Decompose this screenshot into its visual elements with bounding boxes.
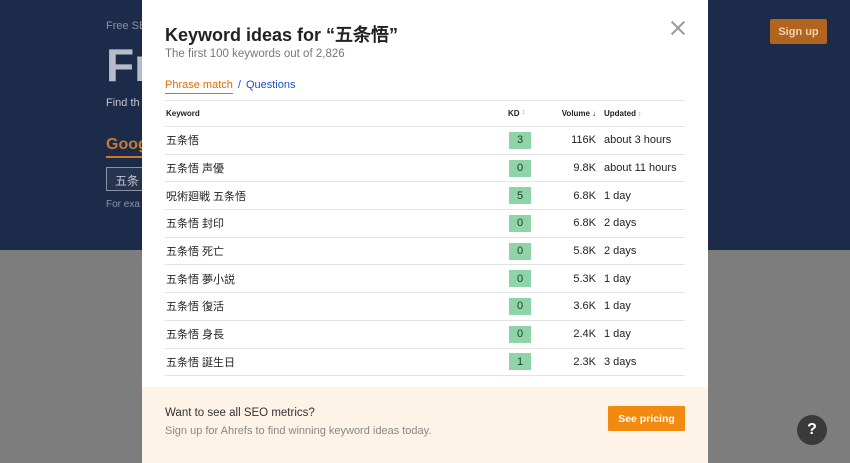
kd-badge: 0	[509, 270, 531, 288]
kd-badge: 0	[509, 242, 531, 260]
volume-cell: 2.4K	[573, 328, 596, 341]
footer-subtitle: Sign up for Ahrefs to find winning keywo…	[165, 425, 432, 437]
updated-cell: 2 days	[604, 245, 637, 258]
see-pricing-button[interactable]: See pricing	[608, 406, 685, 431]
kd-badge: 0	[509, 297, 531, 315]
kd-cell: 3	[508, 131, 532, 149]
tab-phrase-match[interactable]: Phrase match	[165, 79, 233, 94]
kd-cell: 0	[508, 159, 532, 177]
keyword-cell[interactable]: 五条悟 死亡	[165, 243, 508, 259]
volume-cell: 116K	[571, 134, 596, 147]
footer-title: Want to see all SEO metrics?	[165, 407, 315, 419]
hero-description: Find th	[106, 97, 140, 109]
table-row[interactable]: 五条悟 死亡 0 5.8K 2 days	[165, 238, 685, 266]
kd-badge: 3	[509, 131, 531, 149]
keyword-cell[interactable]: 五条悟 身長	[165, 326, 508, 342]
table-row[interactable]: 五条悟 夢小説 0 5.3K 1 day	[165, 265, 685, 294]
modal-subtitle: The first 100 keywords out of 2,826	[165, 48, 345, 60]
volume-cell: 2.3K	[573, 355, 596, 368]
hero-eyebrow: Free SE	[106, 20, 147, 32]
volume-cell: 5.3K	[573, 272, 596, 285]
keyword-ideas-modal: Keyword ideas for “五条悟” The first 100 ke…	[142, 0, 708, 463]
kd-cell: 5	[508, 187, 532, 205]
updated-cell: 1 day	[604, 328, 631, 341]
keyword-tabs: Phrase match / Questions	[165, 79, 295, 94]
volume-cell: 9.8K	[573, 162, 596, 175]
table-header: Keyword KD ↕ Volume ↓ Updated ↕	[165, 100, 685, 127]
keyword-cell[interactable]: 五条悟 封印	[165, 215, 508, 231]
header-kd[interactable]: KD ↕	[508, 109, 532, 118]
upsell-footer: Want to see all SEO metrics? Sign up for…	[142, 387, 708, 463]
volume-cell: 5.8K	[573, 245, 596, 258]
keyword-cell[interactable]: 五条悟 誕生日	[165, 354, 508, 370]
example-hint: For exa	[106, 199, 140, 210]
table-row[interactable]: 五条悟 身長 0 2.4K 1 day	[165, 321, 685, 349]
header-updated-label: Updated	[604, 109, 636, 118]
volume-cell: 6.8K	[573, 217, 596, 230]
table-body: 五条悟 3 116K about 3 hours 五条悟 声優 0 9.8K about 11…	[165, 127, 685, 377]
signup-button[interactable]: Sign up	[770, 19, 827, 44]
kd-cell: 0	[508, 214, 532, 232]
sort-icon: ↕	[521, 109, 526, 116]
keyword-table: Keyword KD ↕ Volume ↓ Updated ↕ 五条悟 3 116K abo…	[165, 100, 685, 377]
kd-badge: 0	[509, 159, 531, 177]
table-row[interactable]: 五条悟 3 116K about 3 hours	[165, 127, 685, 155]
updated-cell: 1 day	[604, 272, 631, 285]
volume-cell: 3.6K	[573, 300, 596, 313]
updated-cell: about 11 hours	[604, 162, 677, 175]
table-row[interactable]: 五条悟 封印 0 6.8K 2 days	[165, 210, 685, 238]
header-keyword[interactable]: Keyword	[165, 109, 508, 118]
kd-badge: 1	[509, 353, 531, 371]
kd-cell: 0	[508, 242, 532, 260]
modal-title: Keyword ideas for “五条悟”	[165, 25, 399, 45]
keyword-cell[interactable]: 呪術廻戦 五条悟	[165, 188, 508, 204]
kd-badge: 0	[509, 325, 531, 343]
header-volume[interactable]: Volume ↓	[532, 109, 596, 118]
keyword-cell[interactable]: 五条悟 声優	[165, 160, 508, 176]
help-button[interactable]: ?	[797, 415, 827, 445]
close-icon[interactable]	[670, 20, 686, 36]
kd-cell: 0	[508, 297, 532, 315]
updated-cell: about 3 hours	[604, 134, 672, 147]
updated-cell: 1 day	[604, 300, 631, 313]
kd-cell: 0	[508, 325, 532, 343]
updated-cell: 3 days	[604, 355, 637, 368]
table-row[interactable]: 五条悟 声優 0 9.8K about 11 hours	[165, 155, 685, 183]
keyword-cell[interactable]: 五条悟 復活	[165, 298, 508, 314]
table-row[interactable]: 五条悟 誕生日 1 2.3K 3 days	[165, 349, 685, 377]
header-kd-label: KD	[508, 109, 520, 118]
updated-cell: 1 day	[604, 189, 631, 202]
volume-cell: 6.8K	[573, 189, 596, 202]
header-volume-label: Volume	[561, 109, 590, 118]
kd-cell: 0	[508, 270, 532, 288]
keyword-cell[interactable]: 五条悟 夢小説	[165, 271, 508, 287]
table-row[interactable]: 五条悟 復活 0 3.6K 1 day	[165, 293, 685, 321]
kd-badge: 5	[509, 187, 531, 205]
tab-questions[interactable]: Questions	[246, 79, 296, 91]
table-row[interactable]: 呪術廻戦 五条悟 5 6.8K 1 day	[165, 182, 685, 211]
keyword-cell[interactable]: 五条悟	[165, 132, 508, 148]
kd-badge: 0	[509, 214, 531, 232]
kd-cell: 1	[508, 353, 532, 371]
tab-separator: /	[237, 79, 241, 91]
updated-cell: 2 days	[604, 217, 637, 230]
header-updated[interactable]: Updated ↕	[596, 109, 685, 118]
sort-icon: ↕	[638, 111, 642, 118]
